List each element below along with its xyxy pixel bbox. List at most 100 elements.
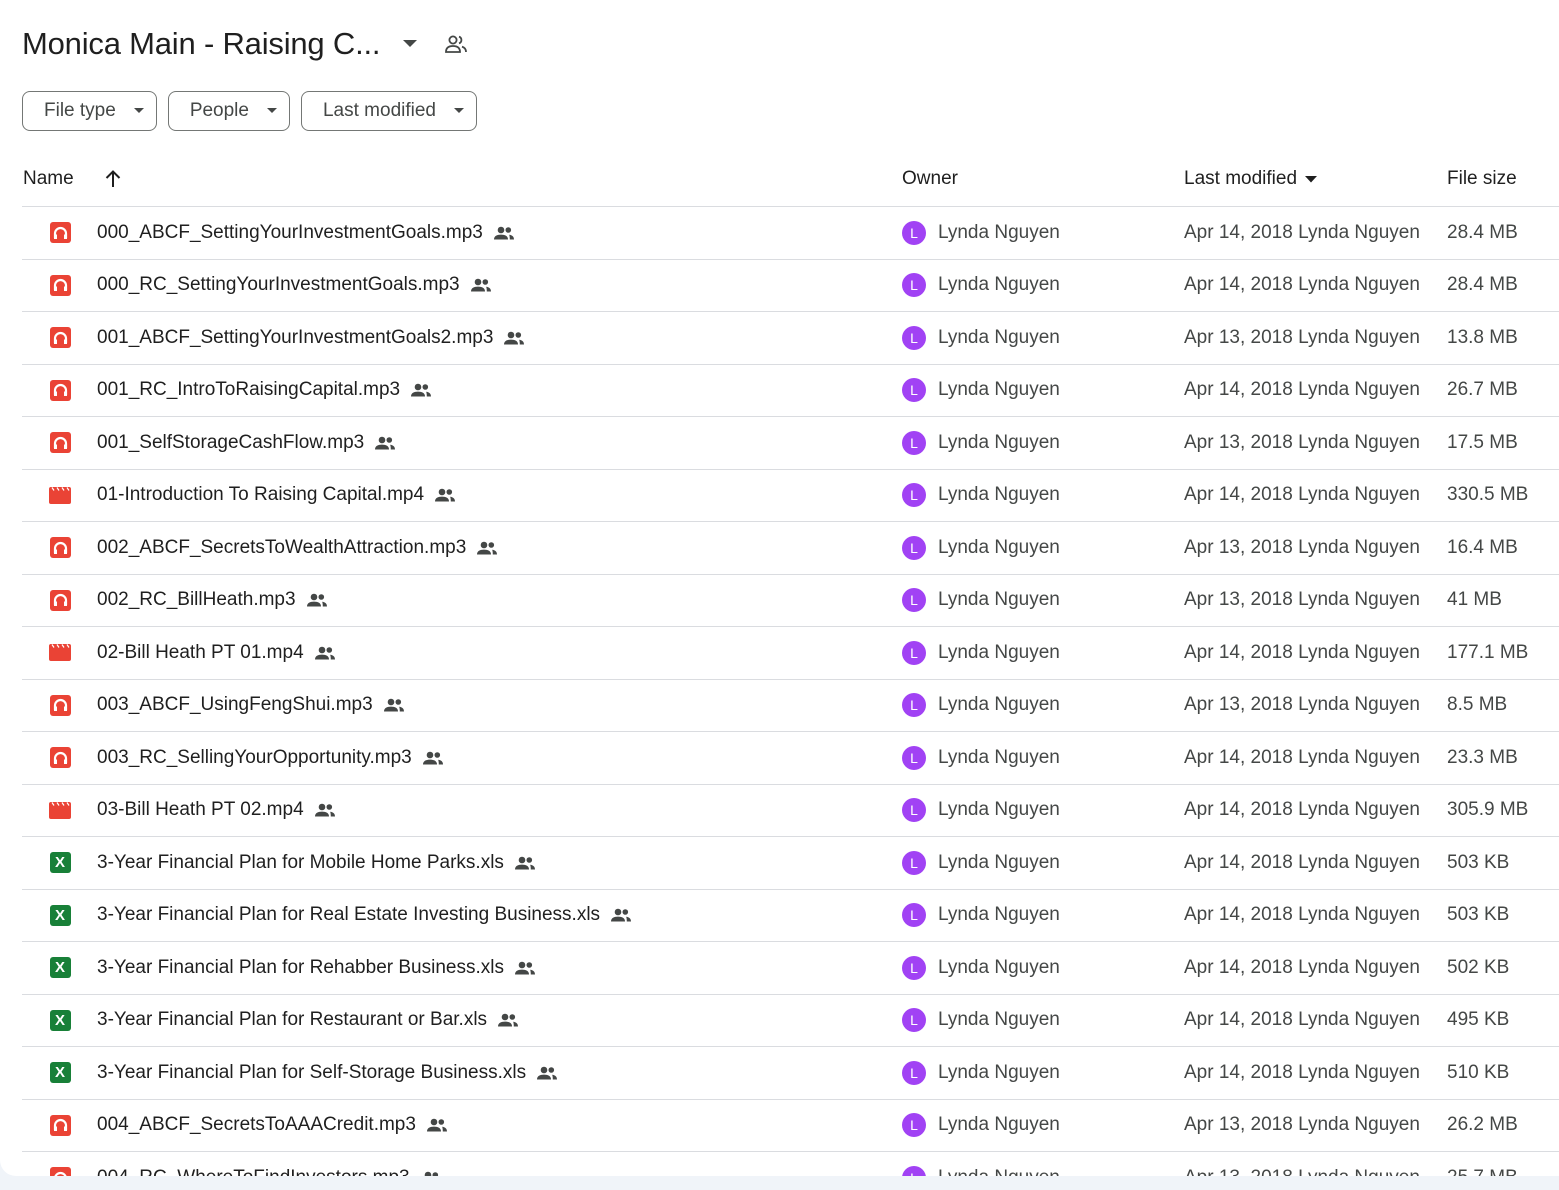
file-size-cell: 502 KB (1447, 956, 1510, 978)
avatar: L (902, 1008, 926, 1033)
file-name-cell[interactable]: 002_ABCF_SecretsToWealthAttraction.mp3 (97, 522, 498, 574)
filter-people[interactable]: People (167, 91, 290, 131)
column-owner[interactable]: Owner (902, 152, 958, 206)
file-name-cell[interactable]: 3-Year Financial Plan for Restaurant or … (97, 995, 519, 1047)
owner-name: Lynda Nguyen (938, 746, 1060, 768)
file-name: 004_RC_WhereToFindInvestors.mp3 (97, 1167, 410, 1176)
file-name-cell[interactable]: 3-Year Financial Plan for Real Estate In… (97, 890, 632, 942)
spreadsheet-file-icon: X (48, 995, 72, 1047)
file-row[interactable]: 004_ABCF_SecretsToAAACredit.mp3 L Lynda Ng… (22, 1100, 1559, 1152)
avatar: L (902, 1113, 926, 1138)
file-name-cell[interactable]: 03-Bill Heath PT 02.mp4 (97, 785, 336, 837)
file-name-cell[interactable]: 000_ABCF_SettingYourInvestmentGoals.mp3 (97, 207, 515, 259)
owner-name: Lynda Nguyen (938, 484, 1060, 506)
avatar: L (902, 1165, 926, 1176)
owner-name: Lynda Nguyen (938, 1167, 1060, 1176)
owner-cell: L Lynda Nguyen (902, 207, 1060, 259)
file-name-cell[interactable]: 001_SelfStorageCashFlow.mp3 (97, 417, 396, 469)
folder-title[interactable]: Monica Main - Raising C... (22, 26, 381, 62)
file-size-cell: 503 KB (1447, 904, 1510, 926)
file-name-cell[interactable]: 003_ABCF_UsingFengShui.mp3 (97, 680, 405, 732)
owner-name: Lynda Nguyen (938, 221, 1060, 243)
file-name: 3-Year Financial Plan for Self-Storage B… (97, 1061, 527, 1083)
filter-file-type[interactable]: File type (22, 91, 157, 131)
file-row[interactable]: 02-Bill Heath PT 01.mp4 L Lynda Nguyen Apr … (22, 627, 1559, 680)
owner-name: Lynda Nguyen (938, 326, 1060, 348)
owner-name: Lynda Nguyen (938, 379, 1060, 401)
last-modified-cell: Apr 14, 2018 Lynda Nguyen (1184, 956, 1420, 978)
shared-people-icon (306, 593, 328, 607)
file-size-cell: 25.7 MB (1447, 1152, 1518, 1176)
chevron-down-icon[interactable] (398, 32, 422, 56)
sort-ascending-icon[interactable] (102, 168, 124, 190)
avatar: L (902, 903, 926, 928)
last-modified-cell: Apr 14, 2018 Lynda Nguyen (1184, 904, 1420, 926)
file-name-cell[interactable]: 3-Year Financial Plan for Rehabber Busin… (97, 942, 536, 994)
shared-people-icon (536, 1066, 558, 1080)
avatar: L (902, 798, 926, 823)
file-row[interactable]: 003_ABCF_UsingFengShui.mp3 L Lynda Nguyen A… (22, 680, 1559, 732)
column-file-size[interactable]: File size (1447, 152, 1517, 206)
file-name-cell[interactable]: 02-Bill Heath PT 01.mp4 (97, 627, 336, 679)
file-name: 001_SelfStorageCashFlow.mp3 (97, 431, 365, 453)
file-row[interactable]: 01-Introduction To Raising Capital.mp4 L L… (22, 470, 1559, 522)
folder-header: Monica Main - Raising C... (22, 22, 470, 66)
file-row[interactable]: 001_RC_IntroToRaisingCapital.mp3 L Lynda N… (22, 365, 1559, 417)
last-modified-cell: Apr 14, 2018 Lynda Nguyen (1184, 1009, 1420, 1031)
file-name: 003_ABCF_UsingFengShui.mp3 (97, 694, 373, 716)
last-modified-cell: Apr 13, 2018 Lynda Nguyen (1184, 1114, 1420, 1136)
spreadsheet-file-icon: X (48, 890, 72, 942)
filter-label: Last modified (322, 100, 436, 121)
avatar: L (902, 483, 926, 508)
file-name-cell[interactable]: 004_ABCF_SecretsToAAACredit.mp3 (97, 1100, 448, 1152)
file-name: 001_RC_IntroToRaisingCapital.mp3 (97, 379, 401, 401)
last-modified-cell: Apr 14, 2018 Lynda Nguyen (1184, 641, 1420, 663)
shared-people-icon (470, 278, 492, 292)
file-name-cell[interactable]: 001_ABCF_SettingYourInvestmentGoals2.mp3 (97, 312, 525, 364)
file-row[interactable]: X 3-Year Financial Plan for Rehabber Busi… (22, 942, 1559, 995)
column-name[interactable]: Name (23, 152, 74, 206)
column-last-modified[interactable]: Last modified (1184, 152, 1318, 206)
file-size-cell: 41 MB (1447, 589, 1502, 611)
file-size-cell: 17.5 MB (1447, 431, 1518, 453)
audio-file-icon (48, 312, 72, 364)
avatar: L (902, 378, 926, 403)
owner-cell: L Lynda Nguyen (902, 785, 1060, 837)
owner-name: Lynda Nguyen (938, 641, 1060, 663)
owner-name: Lynda Nguyen (938, 1009, 1060, 1031)
shared-people-icon (420, 1171, 442, 1176)
file-row[interactable]: 000_RC_SettingYourInvestmentGoals.mp3 L Ly… (22, 260, 1559, 312)
file-size-cell: 26.2 MB (1447, 1114, 1518, 1136)
file-row[interactable]: 001_ABCF_SettingYourInvestmentGoals2.mp3… (22, 312, 1559, 365)
file-name-cell[interactable]: 01-Introduction To Raising Capital.mp4 (97, 470, 456, 522)
file-row[interactable]: X 3-Year Financial Plan for Real Estate I… (22, 890, 1559, 942)
filter-last-modified[interactable]: Last modified (300, 91, 477, 131)
file-name-cell[interactable]: 004_RC_WhereToFindInvestors.mp3 (97, 1152, 442, 1176)
file-row[interactable]: 002_ABCF_SecretsToWealthAttraction.mp3 L L… (22, 522, 1559, 575)
file-name: 000_RC_SettingYourInvestmentGoals.mp3 (97, 274, 460, 296)
file-row[interactable]: 000_ABCF_SettingYourInvestmentGoals.mp3 L… (22, 207, 1559, 260)
file-row[interactable]: 002_RC_BillHeath.mp3 L Lynda Nguyen Apr 13,… (22, 575, 1559, 627)
file-row[interactable]: 003_RC_SellingYourOpportunity.mp3 L Lynda … (22, 732, 1559, 785)
file-row[interactable]: X 3-Year Financial Plan for Restaurant or… (22, 995, 1559, 1047)
file-row[interactable]: 03-Bill Heath PT 02.mp4 L Lynda Nguyen Apr … (22, 785, 1559, 837)
file-row[interactable]: 004_RC_WhereToFindInvestors.mp3 L Lynda Ng… (22, 1152, 1559, 1176)
file-row[interactable]: X 3-Year Financial Plan for Self-Storage … (22, 1047, 1559, 1100)
shared-people-icon (314, 646, 336, 660)
file-name-cell[interactable]: 001_RC_IntroToRaisingCapital.mp3 (97, 365, 432, 417)
owner-cell: L Lynda Nguyen (902, 627, 1060, 679)
file-name-cell[interactable]: 003_RC_SellingYourOpportunity.mp3 (97, 732, 444, 784)
audio-file-icon (48, 417, 72, 469)
owner-name: Lynda Nguyen (938, 1114, 1060, 1136)
file-name-cell[interactable]: 3-Year Financial Plan for Mobile Home Pa… (97, 837, 536, 889)
file-size-cell: 8.5 MB (1447, 694, 1508, 716)
file-row[interactable]: X 3-Year Financial Plan for Mobile Home P… (22, 837, 1559, 890)
file-name-cell[interactable]: 000_RC_SettingYourInvestmentGoals.mp3 (97, 260, 492, 312)
chevron-down-icon (133, 108, 144, 114)
owner-name: Lynda Nguyen (938, 1061, 1060, 1083)
file-name-cell[interactable]: 3-Year Financial Plan for Self-Storage B… (97, 1047, 558, 1099)
file-name-cell[interactable]: 002_RC_BillHeath.mp3 (97, 575, 328, 627)
avatar: L (902, 640, 926, 665)
shared-folder-icon[interactable] (442, 30, 470, 58)
file-row[interactable]: 001_SelfStorageCashFlow.mp3 L Lynda Nguyen… (22, 417, 1559, 470)
